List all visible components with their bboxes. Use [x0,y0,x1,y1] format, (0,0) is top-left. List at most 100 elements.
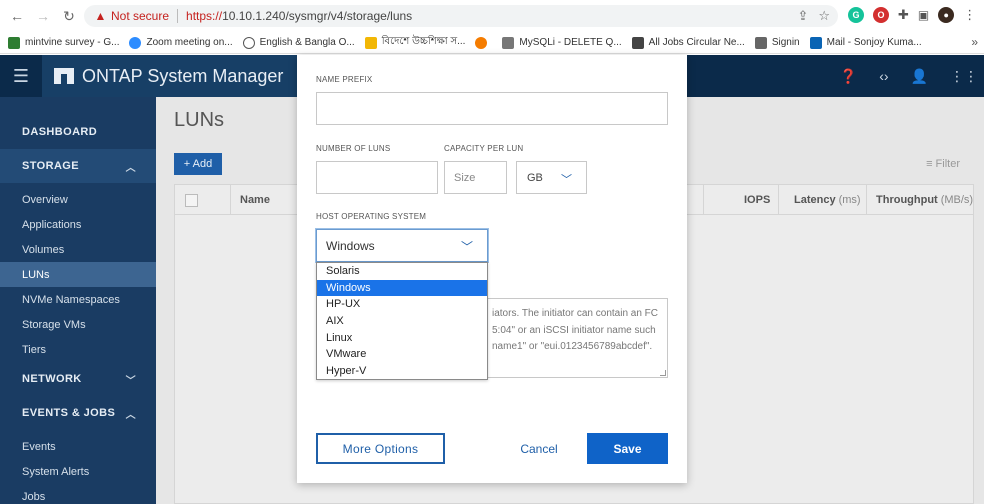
extensions-puzzle-icon[interactable]: ✚ [898,7,909,23]
sidebar-item-nvme-namespaces[interactable]: NVMe Namespaces [0,287,156,312]
sidebar-section-events-jobs[interactable]: EVENTS & JOBS ︿ [0,396,156,430]
page-title: LUNs [174,109,225,131]
capacity-unit-select[interactable]: GB ﹀ [516,161,587,194]
more-options-button[interactable]: More Options [316,433,445,464]
cancel-button[interactable]: Cancel [505,433,573,464]
sidebar-item-label: Events [22,440,56,453]
add-button[interactable]: + Add [174,153,222,175]
column-header-label: Name [240,194,270,206]
browser-menu-icon[interactable]: ⋮ [963,7,976,23]
select-all-checkbox[interactable] [185,194,198,207]
sidebar-item-storage-vms[interactable]: Storage VMs [0,312,156,337]
forward-icon[interactable]: → [34,7,52,25]
number-of-luns-label: NUMBER OF LUNS [316,144,391,153]
column-header-iops[interactable]: IOPS [744,185,770,215]
bookmark-label: MySQLi - DELETE Q... [519,37,622,48]
outlook-icon [809,36,822,49]
number-of-luns-input[interactable] [316,161,438,194]
reload-icon[interactable]: ↻ [60,7,78,25]
sidebar-item-label: Jobs [22,490,46,503]
url-separator [177,9,179,23]
bookmark-item[interactable]: বিদেশে উচ্চশিক্ষা স... [364,34,465,51]
sidebar-item-jobs[interactable]: Jobs [0,484,156,504]
sidebar-item-luns[interactable]: LUNs [0,262,156,287]
sidebar-item-volumes[interactable]: Volumes [0,237,156,262]
resize-handle-icon[interactable] [660,370,666,376]
chevron-up-icon: ︿ [125,409,136,421]
sidebar-item-label: Volumes [22,243,65,256]
sidebar-toggle-icon[interactable]: ▣ [918,8,929,22]
sidebar: DASHBOARD STORAGE ︿ Overview Applications… [0,97,156,504]
sidebar-item-events[interactable]: Events [0,434,156,459]
host-os-value: Windows [326,238,375,253]
bookmarks-bar: mintvine survey - G... Zoom meeting on..… [0,32,984,54]
sidebar-item-label: System Alerts [22,465,90,478]
sidebar-section-label: DASHBOARD [22,126,98,138]
sidebar-section-storage[interactable]: STORAGE ︿ [0,149,156,183]
name-prefix-input[interactable] [316,92,668,125]
column-header-latency[interactable]: Latency (ms) [794,185,861,215]
bookmark-item[interactable]: Mail - Sonjoy Kuma... [809,36,922,49]
os-option-solaris[interactable]: Solaris [317,263,487,280]
share-icon[interactable]: ⇪ [797,8,808,24]
os-option-windows[interactable]: Windows [317,279,487,297]
user-icon[interactable]: 👤 [911,68,928,85]
os-option-vmware[interactable]: VMware [317,346,487,363]
netapp-logo-icon [54,68,74,84]
back-icon[interactable]: ← [8,7,26,25]
os-option-aix[interactable]: AIX [317,313,487,330]
bookmark-label: All Jobs Circular Ne... [648,37,745,48]
help-icon[interactable]: ❓ [840,68,857,85]
address-bar[interactable]: ▲ Not secure https://10.10.1.240/sysmgr/… [84,5,838,27]
capacity-unit-value: GB [527,171,543,184]
bookmark-item[interactable]: Signin [754,36,800,49]
bookmark-item[interactable]: All Jobs Circular Ne... [631,36,745,49]
save-button[interactable]: Save [587,433,668,464]
column-header-unit: (ms) [838,194,861,206]
sidebar-item-tiers[interactable]: Tiers [0,337,156,362]
bookmark-label: mintvine survey - G... [25,37,120,48]
host-os-dropdown: Solaris Windows HP-UX AIX Linux VMware H… [316,262,488,380]
column-header-label: Latency [794,194,836,206]
bookmark-icon [364,36,377,49]
bookmark-item[interactable]: English & Bangla O... [242,36,355,49]
zoom-icon [129,36,142,49]
column-header-name[interactable]: Name [240,185,270,215]
initiator-help-line: name1" or "eui.0123456789abcdef". [492,341,653,352]
opera-extension-icon[interactable]: O [873,7,889,23]
bookmark-item[interactable]: MySQLi - DELETE Q... [502,36,622,49]
bookmark-item[interactable] [475,36,492,49]
column-divider [230,185,231,215]
capacity-size-input[interactable]: Size [444,161,507,194]
sidebar-item-applications[interactable]: Applications [0,212,156,237]
host-os-select[interactable]: Windows ﹀ [316,229,488,262]
apps-grid-icon[interactable]: ⋮⋮ [950,68,978,85]
filter-button[interactable]: ≡ Filter [926,158,960,170]
hamburger-menu-icon[interactable]: ☰ [0,55,42,97]
column-header-throughput[interactable]: Throughput (MB/s) [876,185,973,215]
bookmark-item[interactable]: mintvine survey - G... [8,36,120,49]
chevron-down-icon: ﹀ [460,240,473,254]
bookmark-label: Signin [771,37,800,48]
sidebar-item-system-alerts[interactable]: System Alerts [0,459,156,484]
column-divider [703,185,704,215]
app-title: ONTAP System Manager [82,65,284,86]
sidebar-section-network[interactable]: NETWORK ﹀ [0,362,156,396]
grammarly-extension-icon[interactable]: G [848,7,864,23]
os-option-linux[interactable]: Linux [317,329,487,346]
os-option-hp-ux[interactable]: HP-UX [317,296,487,313]
initiator-help-line: iators. The initiator can contain an FC [492,308,659,319]
sidebar-item-label: Storage VMs [22,318,86,331]
profile-avatar-icon[interactable]: ● [938,7,955,23]
os-option-hyper-v[interactable]: Hyper-V [317,363,487,380]
code-icon[interactable]: ‹› [879,68,888,84]
chevron-down-icon: ﹀ [561,174,572,186]
bookmark-item[interactable]: Zoom meeting on... [129,36,233,49]
more-bookmarks-icon[interactable]: » [971,35,978,49]
star-icon[interactable]: ☆ [818,8,830,24]
sidebar-section-dashboard[interactable]: DASHBOARD [0,115,156,149]
globe-icon [242,36,255,49]
url-path: 10.10.1.240/sysmgr/v4/storage/luns [222,9,413,23]
bookmark-icon [8,36,20,49]
sidebar-item-overview[interactable]: Overview [0,187,156,212]
